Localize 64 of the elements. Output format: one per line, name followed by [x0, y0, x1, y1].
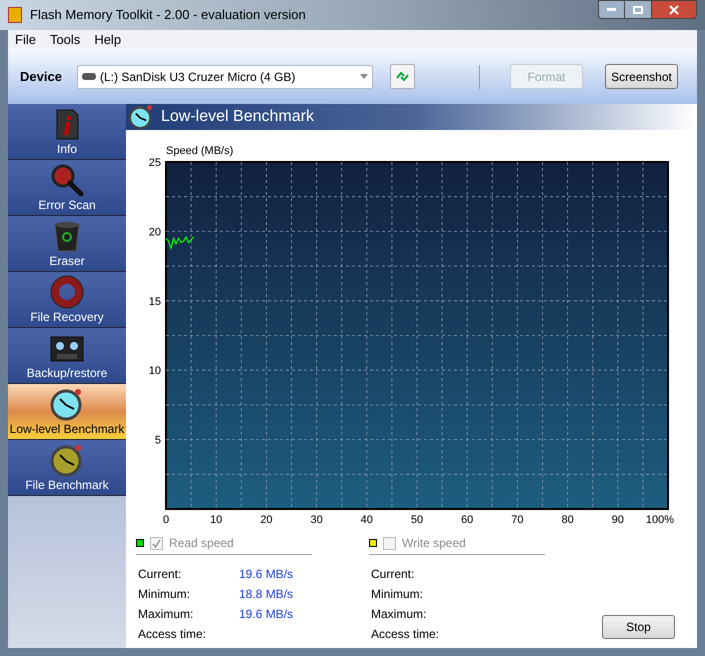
series-checkbox[interactable]	[383, 536, 396, 550]
stopwatch-icon	[50, 387, 84, 421]
menu-item[interactable]: File	[15, 30, 36, 50]
stat-label: Access time:	[138, 626, 208, 639]
maximize-button[interactable]	[625, 0, 651, 19]
device-dropdown[interactable]: (L:) SanDisk U3 Cruzer Micro (4 GB)	[77, 64, 373, 88]
x-tick-label: 40	[360, 514, 373, 526]
y-axis-label: Speed (MB/s)	[166, 145, 234, 157]
window-title: Flash Memory Toolkit - 2.00 - evaluation version	[30, 6, 307, 24]
sidebar-item[interactable]: Info	[8, 104, 126, 160]
menu-item[interactable]: Help	[94, 30, 122, 50]
close-icon	[669, 4, 679, 14]
refresh-button[interactable]	[390, 64, 415, 89]
series-label: Write speed	[402, 535, 466, 552]
sidebar-item[interactable]: Error Scan	[8, 160, 126, 216]
stat-value: 19.6 MB/s	[239, 566, 294, 579]
x-tick-label: 20	[260, 514, 273, 526]
stat-label: Minimum:	[138, 586, 192, 599]
series-checkbox[interactable]	[150, 536, 163, 550]
minimize-button[interactable]	[598, 0, 625, 19]
x-tick-label: 0	[162, 514, 170, 526]
checkmark-icon	[152, 538, 161, 548]
x-tick-label: 90	[612, 514, 624, 526]
x-tick-label: 50	[410, 514, 424, 526]
y-tick-label: 20	[148, 226, 161, 238]
y-tick-label: 10	[148, 365, 161, 378]
sidebar-item[interactable]: File Recovery	[8, 272, 126, 328]
x-tick-label: 70	[511, 514, 524, 526]
x-tick-label: 100%	[646, 514, 674, 526]
stat-label: Minimum:	[371, 586, 424, 599]
dropdown-arrow-icon	[360, 74, 368, 79]
y-tick-label: 5	[154, 434, 161, 447]
y-tick-label: 15	[148, 296, 161, 308]
close-button[interactable]	[651, 0, 697, 19]
stat-label: Access time:	[371, 626, 440, 639]
speed-line	[166, 236, 194, 250]
refresh-arrows-icon	[395, 69, 410, 84]
sidebar-item[interactable]: File Benchmark	[8, 440, 126, 496]
series-label: Read speed	[169, 535, 234, 552]
screenshot-button[interactable]: Screenshot	[605, 64, 678, 89]
drive-icon	[82, 73, 96, 80]
stopwatch-icon	[50, 443, 84, 477]
sidebar-item[interactable]: Low-level Benchmark	[8, 384, 126, 440]
stat-label: Current:	[138, 566, 182, 579]
panel-title: Low-level Benchmark	[161, 107, 314, 127]
magnifier-icon	[50, 163, 84, 197]
stat-value: 19.6 MB/s	[239, 606, 294, 619]
sidebar-item[interactable]: Eraser	[8, 216, 126, 272]
stat-label: Maximum:	[138, 606, 194, 619]
stat-label: Maximum:	[371, 606, 428, 619]
device-name: (L:) SanDisk U3 Cruzer Micro (4 GB)	[100, 68, 296, 86]
x-tick-label: 60	[461, 514, 474, 526]
x-tick-label: 80	[561, 514, 574, 526]
x-tick-label: 30	[310, 514, 323, 526]
y-tick-label: 25	[148, 157, 161, 169]
menu-item[interactable]: Tools	[50, 30, 80, 50]
x-tick-label: 10	[210, 514, 222, 526]
lifebuoy-icon	[50, 275, 84, 309]
stat-value: 18.8 MB/s	[239, 586, 294, 599]
sidebar-item[interactable]: Backup/restore	[8, 328, 126, 384]
device-label: Device	[20, 68, 63, 86]
app-icon	[8, 7, 22, 23]
stop-button[interactable]: Stop	[602, 615, 675, 639]
stat-label: Current:	[371, 566, 416, 579]
